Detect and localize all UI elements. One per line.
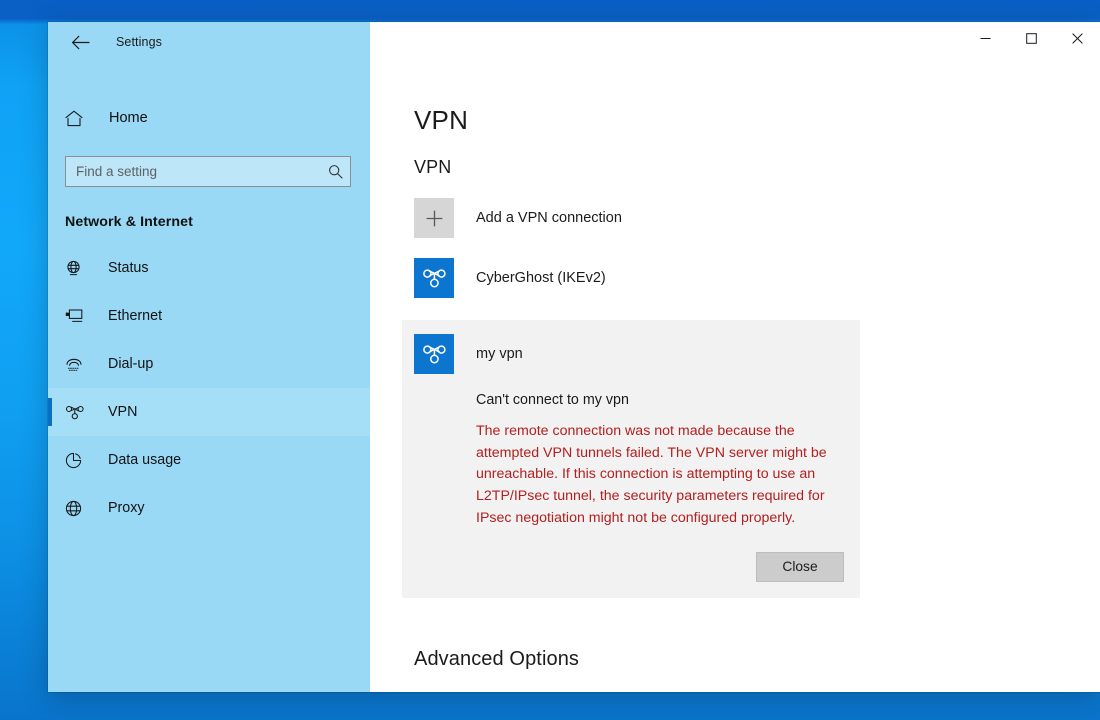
window-titlebar-left: Settings <box>48 22 370 62</box>
vpn-connection-name: CyberGhost (IKEv2) <box>476 270 606 286</box>
add-vpn-connection-label: Add a VPN connection <box>476 210 622 226</box>
vpn-connection-icon <box>414 334 454 374</box>
sidebar-item-home[interactable]: Home <box>48 98 370 138</box>
pie-chart-icon <box>65 452 93 469</box>
vpn-settings-content: VPN VPN Add a VPN connection CyberGhost … <box>370 105 1100 692</box>
add-vpn-connection-row[interactable]: Add a VPN connection <box>414 198 1100 238</box>
sidebar: Settings Home Network & Internet <box>48 22 370 692</box>
error-panel-connection-name: my vpn <box>476 346 523 362</box>
ethernet-icon <box>65 308 93 324</box>
sidebar-item-vpn[interactable]: VPN <box>48 388 370 436</box>
sidebar-item-ethernet[interactable]: Ethernet <box>48 292 370 340</box>
sidebar-item-home-label: Home <box>109 110 148 126</box>
back-button[interactable] <box>61 27 99 57</box>
main-panel: VPN VPN Add a VPN connection CyberGhost … <box>370 22 1100 692</box>
error-panel-status: Can't connect to my vpn <box>476 392 629 408</box>
sidebar-item-data-usage-label: Data usage <box>108 452 182 468</box>
sidebar-item-proxy[interactable]: Proxy <box>48 484 370 532</box>
app-title: Settings <box>116 35 162 49</box>
plus-icon <box>414 198 454 238</box>
advanced-options-title: Advanced Options <box>414 647 580 670</box>
status-globe-icon <box>65 260 93 277</box>
sidebar-item-data-usage[interactable]: Data usage <box>48 436 370 484</box>
vpn-connection-row[interactable]: CyberGhost (IKEv2) <box>414 258 1100 298</box>
sidebar-item-status-label: Status <box>108 260 149 276</box>
maximize-button[interactable] <box>1008 22 1054 54</box>
sidebar-item-dialup-label: Dial-up <box>108 356 154 372</box>
sidebar-category-title: Network & Internet <box>65 214 193 230</box>
page-title: VPN <box>414 105 469 135</box>
sidebar-nav: Status Ethernet Dial-up VPN Data usage P… <box>48 244 370 532</box>
search-box[interactable] <box>65 156 351 187</box>
vpn-icon <box>65 405 93 420</box>
home-icon <box>65 110 95 127</box>
vpn-error-panel: my vpn Can't connect to my vpn The remot… <box>402 320 860 598</box>
close-error-button[interactable]: Close <box>756 551 844 582</box>
sidebar-item-proxy-label: Proxy <box>108 500 145 516</box>
search-icon[interactable] <box>328 164 343 179</box>
minimize-button[interactable] <box>962 22 1008 54</box>
sidebar-item-ethernet-label: Ethernet <box>108 308 163 324</box>
close-window-button[interactable] <box>1054 22 1100 54</box>
error-panel-header[interactable]: my vpn <box>414 334 844 374</box>
error-panel-message: The remote connection was not made becau… <box>476 423 827 526</box>
settings-window: Settings Home Network & Internet <box>48 22 1100 692</box>
vpn-connection-icon <box>414 258 454 298</box>
window-controls <box>370 22 1100 62</box>
globe-icon <box>65 500 93 517</box>
vpn-section-title: VPN <box>414 157 452 177</box>
sidebar-item-dialup[interactable]: Dial-up <box>48 340 370 388</box>
sidebar-item-vpn-label: VPN <box>108 404 138 420</box>
error-panel-actions: Close <box>414 551 844 582</box>
search-input[interactable] <box>76 164 328 179</box>
sidebar-item-status[interactable]: Status <box>48 244 370 292</box>
dialup-modem-icon <box>65 357 93 372</box>
